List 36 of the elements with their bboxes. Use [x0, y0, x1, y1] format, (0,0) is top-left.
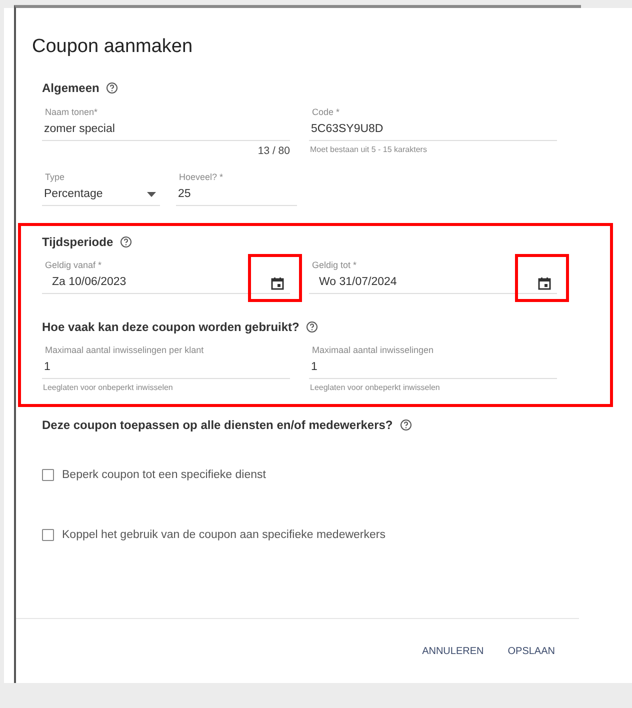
- help-icon[interactable]: [400, 419, 412, 431]
- checkbox-label: Beperk coupon tot een specifieke dienst: [62, 469, 266, 481]
- section-heading: Algemeen: [42, 81, 100, 95]
- character-counter: 13 / 80: [258, 145, 290, 157]
- field-label: Maximaal aantal inwisselingen per klant: [45, 344, 205, 356]
- section-heading: Hoe vaak kan deze coupon worden gebruikt?: [42, 320, 300, 334]
- input-field[interactable]: zomer special: [42, 118, 290, 141]
- cancel-button[interactable]: ANNULEREN: [422, 642, 484, 660]
- help-icon[interactable]: [306, 321, 318, 333]
- dialog-title: Coupon aanmaken: [32, 35, 194, 59]
- field-label: Type: [45, 171, 66, 183]
- input-field[interactable]: 1: [42, 356, 290, 379]
- field-label: Naam tonen*: [45, 106, 99, 118]
- caret-icon: [147, 192, 156, 196]
- section-heading: Tijdsperiode: [42, 235, 114, 249]
- input-field[interactable]: 25: [176, 183, 297, 206]
- field-label: Maximaal aantal inwisselingen: [312, 344, 435, 356]
- field-label: Code *: [312, 106, 341, 118]
- helper-text: Leeglaten voor onbeperkt inwisselen: [310, 383, 441, 392]
- checkbox[interactable]: [42, 529, 54, 541]
- help-icon[interactable]: [120, 236, 132, 248]
- calendar-icon[interactable]: [271, 277, 284, 290]
- field-label: Hoeveel? *: [179, 171, 224, 183]
- checkbox-label: Koppel het gebruik van de coupon aan specifieke medewerkers: [62, 529, 386, 541]
- helper-text: Moet bestaan uit 5 - 15 karakters: [310, 145, 428, 154]
- select-field[interactable]: Percentage: [42, 183, 160, 206]
- input-field[interactable]: 5C63SY9U8D: [309, 118, 557, 141]
- save-button[interactable]: OPSLAAN: [508, 642, 555, 660]
- field-label: Geldig vanaf *: [45, 259, 103, 271]
- field-label: Geldig tot *: [312, 259, 358, 271]
- calendar-icon[interactable]: [538, 277, 551, 290]
- input-field[interactable]: 1: [309, 356, 557, 379]
- checkbox[interactable]: [42, 469, 54, 481]
- helper-text: Leeglaten voor onbeperkt inwisselen: [43, 383, 174, 392]
- help-icon[interactable]: [106, 82, 118, 94]
- section-heading: Deze coupon toepassen op alle diensten en/of medewerkers?: [42, 418, 393, 432]
